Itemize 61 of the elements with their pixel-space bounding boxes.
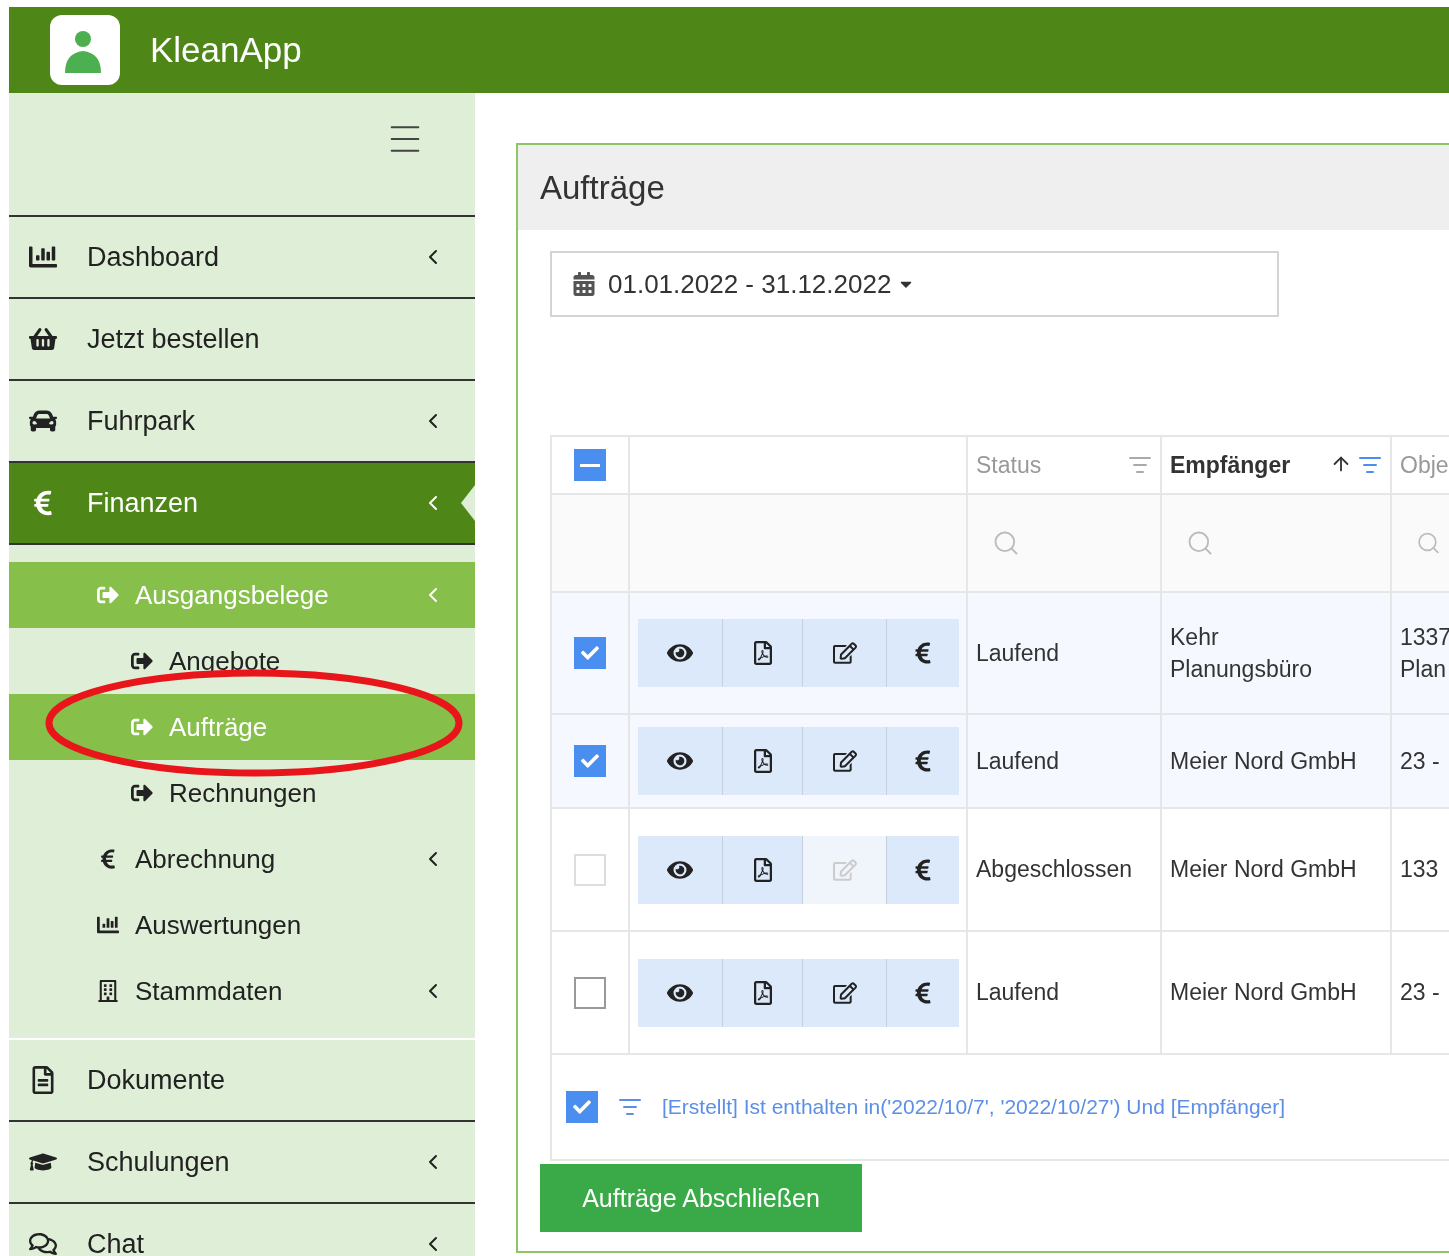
checkmark-icon xyxy=(581,752,599,770)
payment-button[interactable] xyxy=(887,958,959,1027)
edit-icon xyxy=(832,749,857,773)
edit-icon xyxy=(832,641,857,665)
checkmark-icon xyxy=(581,644,599,662)
exit-arrow-icon xyxy=(131,650,153,672)
sidebar-item[interactable]: Finanzen xyxy=(9,463,475,545)
app-title: KleanApp xyxy=(150,30,302,70)
sidebar-item[interactable]: Schulungen xyxy=(9,1122,475,1204)
exit-arrow-icon xyxy=(131,782,153,804)
exit-arrow-icon xyxy=(97,584,119,606)
calendar-icon xyxy=(572,272,596,296)
submenu-item[interactable]: Abrechnung xyxy=(9,826,475,892)
sidebar-item[interactable]: Dashboard xyxy=(9,217,475,299)
table-cell-text: Laufend xyxy=(976,746,1060,776)
edit-icon xyxy=(832,857,857,882)
checkmark-icon xyxy=(573,1098,591,1116)
table-cell-text: Kehr Planungsbüro xyxy=(1170,622,1313,684)
view-button[interactable] xyxy=(638,727,723,795)
pdf-button[interactable] xyxy=(723,958,803,1027)
sidebar-item[interactable]: Chat xyxy=(9,1204,475,1256)
view-button[interactable] xyxy=(638,619,723,687)
edit-button[interactable] xyxy=(803,619,887,687)
table-cell-text: 23 - xyxy=(1400,746,1440,776)
table-cell-text: Laufend xyxy=(976,978,1060,1008)
exit-arrow-icon xyxy=(131,716,153,738)
table-cell-text: 23 - xyxy=(1400,978,1440,1008)
panel-title: Aufträge xyxy=(518,145,1449,230)
sidebar-item[interactable]: Jetzt bestellen xyxy=(9,299,475,381)
basket-icon xyxy=(29,325,57,353)
pdf-button[interactable] xyxy=(723,619,803,687)
table-cell-text: Meier Nord GmbH xyxy=(1170,978,1357,1008)
row-checkbox[interactable] xyxy=(574,976,606,1009)
submenu-item[interactable]: Rechnungen xyxy=(9,760,475,826)
table-cell-text: Meier Nord GmbH xyxy=(1170,855,1357,885)
filter-checkbox[interactable] xyxy=(566,1091,598,1123)
sidebar-item[interactable]: Dokumente xyxy=(9,1040,475,1122)
view-button[interactable] xyxy=(638,958,723,1027)
column-header[interactable]: Empfänger xyxy=(1170,451,1291,479)
payment-button[interactable] xyxy=(887,727,959,795)
bar-chart-icon xyxy=(97,914,119,936)
table-cell-text: Meier Nord GmbH xyxy=(1170,746,1357,776)
building-icon xyxy=(97,980,119,1002)
table-cell-text: Laufend xyxy=(976,638,1060,668)
select-all-checkbox[interactable] xyxy=(574,449,606,481)
edit-icon xyxy=(832,980,857,1005)
logo-icon xyxy=(50,15,120,85)
edit-button[interactable] xyxy=(803,958,887,1027)
row-checkbox[interactable] xyxy=(574,745,606,777)
date-range-field[interactable]: 01.01.2022 - 31.12.2022 xyxy=(550,251,1279,317)
table-cell-text: Abgeschlossen xyxy=(976,855,1132,885)
edit-button[interactable] xyxy=(803,727,887,795)
table-cell-text: 133 xyxy=(1400,855,1439,885)
submenu-item[interactable]: Auswertungen xyxy=(9,892,475,958)
row-checkbox[interactable] xyxy=(574,637,606,669)
pdf-button[interactable] xyxy=(723,727,803,795)
submenu-item[interactable]: Stammdaten xyxy=(9,958,475,1024)
payment-button[interactable] xyxy=(887,619,959,687)
submenu-item[interactable]: Angebote xyxy=(9,628,475,694)
active-pointer xyxy=(461,485,475,521)
chat-icon xyxy=(29,1230,57,1256)
